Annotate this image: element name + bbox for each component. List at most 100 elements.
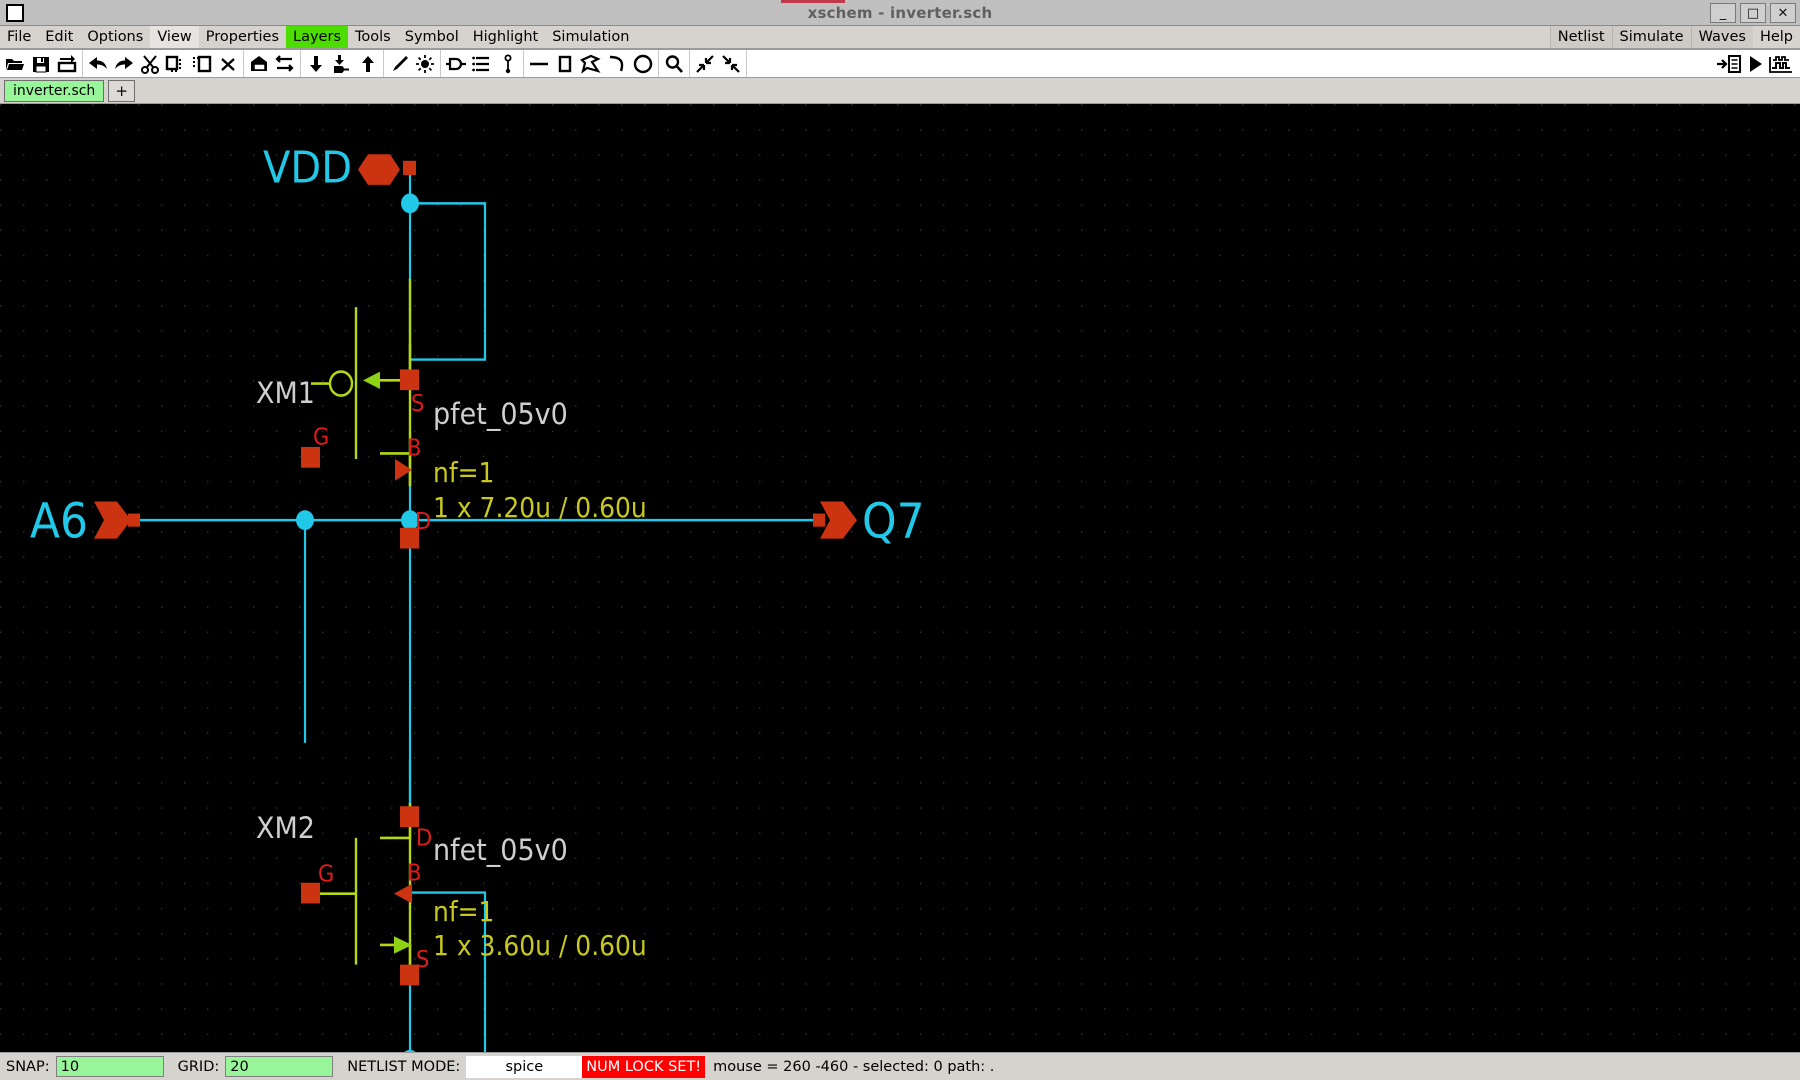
xm1-instance-label: XM1 — [256, 376, 315, 410]
menu-item-file[interactable]: File — [0, 26, 38, 48]
menu-bar-right: Netlist Simulate Waves Help — [1549, 26, 1800, 48]
menu-item-help[interactable]: Help — [1753, 26, 1800, 48]
open-file-icon[interactable] — [2, 51, 28, 77]
simulate-run-icon[interactable] — [1742, 51, 1768, 77]
xm2-terminal-label-g: G — [318, 862, 334, 888]
insert-text-icon[interactable] — [469, 51, 495, 77]
menu-item-symbol[interactable]: Symbol — [398, 26, 466, 48]
xm1-pin-box-source[interactable] — [400, 369, 419, 391]
menu-item-edit[interactable]: Edit — [38, 26, 80, 48]
netlist-mode-value[interactable]: spice — [466, 1055, 583, 1078]
descend-symbol-icon[interactable] — [329, 51, 355, 77]
menu-item-highlight[interactable]: Highlight — [466, 26, 545, 48]
schematic-canvas[interactable]: XM1 pfet_05v0 nf=1 1 x 7.20u / 0.60u S G… — [0, 104, 1800, 1052]
toolbar-group-attributes — [384, 50, 441, 77]
xm2-terminal-label-s: S — [416, 947, 429, 973]
xm2-model-label: nfet_05v0 — [433, 833, 568, 867]
vdd-pin-box[interactable] — [403, 160, 416, 175]
tab-bar: inverter.sch + — [0, 78, 1800, 104]
menu-item-tools[interactable]: Tools — [348, 26, 398, 48]
edit-attributes-icon[interactable] — [386, 51, 412, 77]
toolbar-group-zoomfit — [690, 50, 747, 77]
descend-icon[interactable] — [303, 51, 329, 77]
xm1-terminal-label-s: S — [411, 391, 424, 417]
waves-view-icon[interactable] — [1768, 51, 1794, 77]
toolbar-group-edit — [83, 50, 244, 77]
xm1-terminal-label-d: D — [415, 509, 431, 535]
close-button[interactable]: ✕ — [1770, 3, 1796, 23]
menu-item-waves[interactable]: Waves — [1690, 26, 1753, 48]
schematic-drawing[interactable]: XM1 pfet_05v0 nf=1 1 x 7.20u / 0.60u S G… — [0, 104, 1800, 1052]
save-file-icon[interactable] — [28, 51, 54, 77]
menu-item-properties[interactable]: Properties — [199, 26, 286, 48]
xm2-terminal-label-b: B — [407, 861, 421, 887]
junction-vdd — [401, 193, 419, 214]
title-bar: xschem - inverter.sch _ □ ✕ — [0, 0, 1800, 26]
reload-file-icon[interactable] — [54, 51, 80, 77]
zoom-fit-icon[interactable] — [692, 51, 718, 77]
swap-symbol-schematic-icon[interactable] — [272, 51, 298, 77]
zoom-full-icon[interactable] — [718, 51, 744, 77]
xm2-terminal-label-d: D — [416, 826, 432, 852]
minimize-button[interactable]: _ — [1710, 3, 1736, 23]
xm2-nf-label: nf=1 — [433, 897, 494, 928]
snap-input[interactable]: 10 — [55, 1056, 164, 1077]
xm1-model-label: pfet_05v0 — [433, 397, 568, 431]
a6-pin-box[interactable] — [128, 513, 140, 527]
xm1-geometry-label: 1 x 7.20u / 0.60u — [433, 493, 647, 524]
insert-symbol-icon[interactable] — [443, 51, 469, 77]
menu-item-simulate[interactable]: Simulate — [1611, 26, 1691, 48]
draw-rect-icon[interactable] — [552, 51, 578, 77]
toolbar-group-hierarchy — [244, 50, 301, 77]
draw-polygon-icon[interactable] — [578, 51, 604, 77]
draw-line-icon[interactable] — [526, 51, 552, 77]
redo-icon[interactable] — [111, 51, 137, 77]
vdd-label: VDD — [263, 142, 352, 193]
menu-item-simulation[interactable]: Simulation — [545, 26, 636, 48]
menu-item-view[interactable]: View — [150, 26, 199, 48]
q7-pin-box[interactable] — [813, 513, 825, 527]
paste-icon[interactable] — [189, 51, 215, 77]
toolbar-group-draw — [524, 50, 659, 77]
junction-gate — [296, 510, 314, 530]
numlock-warning-badge: NUM LOCK SET! — [582, 1055, 706, 1078]
zoom-icon[interactable] — [661, 51, 687, 77]
tab-inverter-sch[interactable]: inverter.sch — [4, 79, 105, 102]
grid-label: GRID: — [177, 1058, 220, 1075]
toolbar-group-insert — [441, 50, 524, 77]
grid-input[interactable]: 20 — [225, 1056, 334, 1077]
draw-circle-icon[interactable] — [630, 51, 656, 77]
toolbar-group-zoom — [659, 50, 690, 77]
netlist-mode-label: NETLIST MODE: — [347, 1058, 461, 1075]
toolbar — [0, 50, 1800, 78]
copy-icon[interactable] — [163, 51, 189, 77]
q7-label: Q7 — [862, 493, 925, 549]
toolbar-right-group — [1716, 50, 1794, 77]
mouse-status-text: mouse = 260 -460 - selected: 0 path: . — [713, 1058, 995, 1075]
menu-item-netlist[interactable]: Netlist — [1549, 26, 1612, 48]
menu-bar: File Edit Options View Properties Layers… — [0, 26, 1800, 50]
grid-dots — [0, 104, 1800, 1052]
xm2-geometry-label: 1 x 3.60u / 0.60u — [433, 931, 647, 962]
draw-arc-icon[interactable] — [604, 51, 630, 77]
ascend-icon[interactable] — [355, 51, 381, 77]
xm2-pin-box-drain[interactable] — [400, 806, 419, 828]
undo-icon[interactable] — [85, 51, 111, 77]
toolbar-group-file — [0, 50, 83, 77]
cut-icon[interactable] — [137, 51, 163, 77]
add-tab-button[interactable]: + — [108, 79, 135, 102]
delete-icon[interactable] — [215, 51, 241, 77]
xm2-instance-label: XM2 — [256, 811, 315, 845]
window-controls: _ □ ✕ — [1710, 3, 1796, 23]
menu-item-options[interactable]: Options — [80, 26, 150, 48]
status-bar: SNAP: 10 GRID: 20 NETLIST MODE: spice NU… — [0, 1052, 1800, 1080]
toggle-color-icon[interactable] — [412, 51, 438, 77]
menu-item-layers[interactable]: Layers — [286, 26, 348, 48]
snap-label: SNAP: — [6, 1058, 50, 1075]
xschem-window: xschem - inverter.sch _ □ ✕ File Edit Op… — [0, 0, 1800, 1080]
maximize-button[interactable]: □ — [1740, 3, 1766, 23]
xm1-terminal-label-g: G — [313, 425, 329, 451]
insert-pin-icon[interactable] — [495, 51, 521, 77]
netlist-run-icon[interactable] — [1716, 51, 1742, 77]
push-schematic-icon[interactable] — [246, 51, 272, 77]
